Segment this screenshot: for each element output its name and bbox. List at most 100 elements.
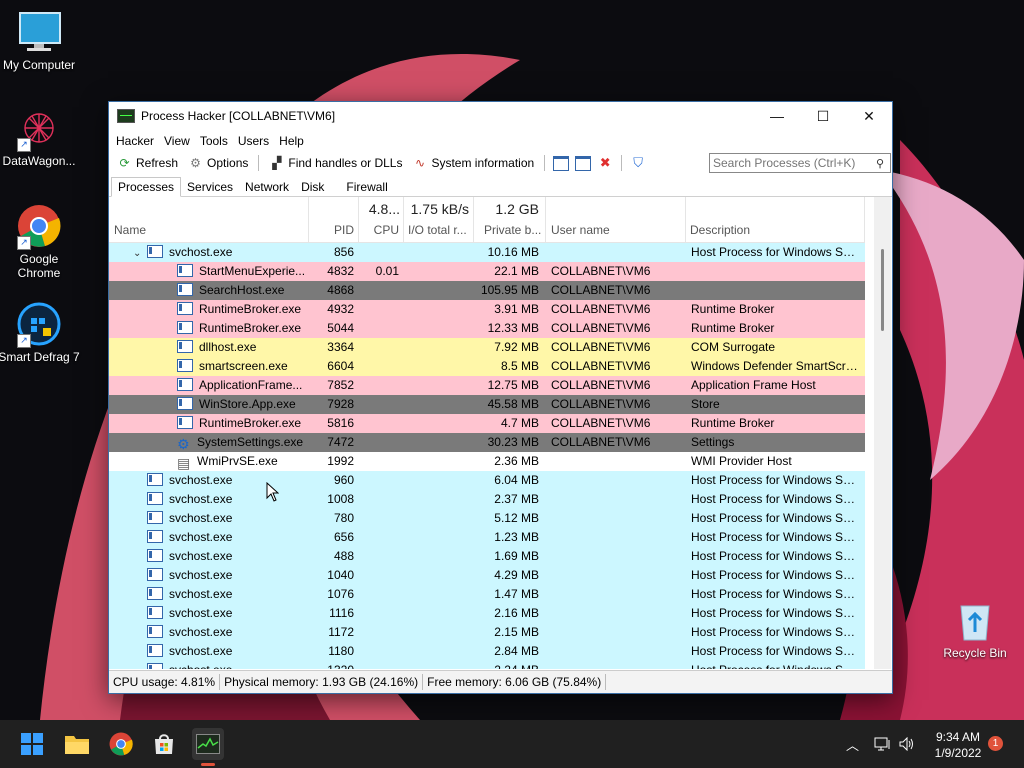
close-button[interactable]: ✕ [846,102,892,130]
process-description: Host Process for Windows Ser... [691,568,861,582]
table-row[interactable]: svchost.exe 960 6.04 MB Host Process for Wi… [109,471,865,490]
desktop-icon-recycle-bin[interactable]: Recycle Bin [933,598,1017,660]
process-grid: Name PID 4.8... CPU 1.75 kB/s I/O total … [109,197,865,669]
desktop-icon-my-computer[interactable]: My Computer [0,10,81,72]
column-user-name[interactable]: User name [546,197,686,242]
application-window-icon [177,264,193,277]
wmi-provider-icon: ▤ [177,455,191,471]
volume-button[interactable] [899,720,915,768]
table-row[interactable]: svchost.exe 1008 2.37 MB Host Process for W… [109,490,865,509]
network-button[interactable] [874,720,892,768]
options-button[interactable]: ⚙ Options [184,153,252,173]
table-row[interactable]: svchost.exe 488 1.69 MB Host Process for Wi… [109,547,865,566]
notification-badge[interactable]: 1 [988,736,1003,751]
show-hidden-icons-button[interactable]: ︿ [846,720,859,768]
search-processes-input[interactable] [710,156,876,170]
process-pid: 3364 [327,340,354,354]
desktop-icon-datawagon[interactable]: ↗ DataWagon... [0,106,81,168]
find-handles-button[interactable]: ▞ Find handles or DLLs [265,153,406,173]
speaker-icon [899,737,913,751]
store-button[interactable] [148,728,180,760]
table-row[interactable]: svchost.exe 656 1.23 MB Host Process for Wi… [109,528,865,547]
table-row[interactable]: svchost.exe 1076 1.47 MB Host Process for W… [109,585,865,604]
shield-icon[interactable]: ⛉ [628,153,648,173]
title-bar[interactable]: Process Hacker [COLLABNET\VM6] — ☐ ✕ [109,102,892,130]
scrollbar-thumb[interactable] [881,249,884,331]
table-row[interactable]: ApplicationFrame... 7852 12.75 MB COLLABNET… [109,376,865,395]
menu-hacker[interactable]: Hacker [111,134,159,148]
chrome-taskbar-button[interactable] [105,728,137,760]
process-hacker-taskbar-button[interactable] [192,728,224,766]
minimize-button[interactable]: — [754,102,800,130]
table-row[interactable]: ▤ WmiPrvSE.exe 1992 2.36 MB WMI Provider Hos… [109,452,865,471]
table-row[interactable]: svchost.exe 1320 2.24 MB Host Process for W… [109,661,865,669]
menu-view[interactable]: View [159,134,195,148]
terminate-icon[interactable]: ✖ [595,153,615,173]
process-cpu: 0.01 [375,264,399,278]
toolbar: ⟳ Refresh ⚙ Options ▞ Find handles or DL… [109,152,892,174]
table-row[interactable]: SearchHost.exe 4868 105.95 MB COLLABNET\VM6 [109,281,865,300]
refresh-button[interactable]: ⟳ Refresh [113,153,182,173]
active-indicator [201,763,215,766]
column-pid[interactable]: PID [309,197,359,242]
desktop-icon-google-chrome[interactable]: ↗ Google Chrome [0,204,81,280]
menu-tools[interactable]: Tools [195,134,233,148]
application-window-icon [177,397,193,410]
process-description: Host Process for Windows Ser... [691,492,861,506]
process-pid: 960 [333,473,354,487]
menu-help[interactable]: Help [274,134,309,148]
toolbar-divider [621,155,623,171]
column-private-bytes[interactable]: 1.2 GB Private b... [474,197,546,242]
table-row[interactable]: svchost.exe 1180 2.84 MB Host Process for W… [109,642,865,661]
column-name[interactable]: Name [109,197,309,242]
window-icon[interactable] [551,153,571,173]
tab-network[interactable]: Network [239,178,295,196]
search-processes-field[interactable]: ⚲ [709,153,891,173]
process-private-bytes: 2.24 MB [474,661,539,669]
physical-memory-status: Physical memory: 1.93 GB (24.16%) [220,674,424,690]
table-row[interactable]: ⌄ svchost.exe 856 10.16 MB Host Process for … [109,243,865,262]
process-private-bytes: 5.12 MB [494,511,539,525]
process-private-bytes: 8.5 MB [500,359,539,373]
application-window-icon [147,663,163,669]
process-user: COLLABNET\VM6 [551,378,651,392]
column-cpu[interactable]: 4.8... CPU [359,197,404,242]
application-window-icon [177,321,193,334]
table-row[interactable]: svchost.exe 780 5.12 MB Host Process for Wi… [109,509,865,528]
window-arrow-icon[interactable] [573,153,593,173]
start-button[interactable] [16,728,48,760]
table-row[interactable]: smartscreen.exe 6604 8.5 MB COLLABNET\VM6 Wi… [109,357,865,376]
system-information-button[interactable]: ∿ System information [408,153,538,173]
process-pid: 1320 [309,661,354,669]
table-row[interactable]: RuntimeBroker.exe 5816 4.7 MB COLLABNET\VM6… [109,414,865,433]
column-io-total[interactable]: 1.75 kB/s I/O total r... [404,197,474,242]
process-pid: 1172 [328,625,354,639]
process-name-cell: dllhost.exe [109,338,307,357]
table-row[interactable]: dllhost.exe 3364 7.92 MB COLLABNET\VM6 COM S… [109,338,865,357]
desktop-icon-smart-defrag[interactable]: ↗ Smart Defrag 7 [0,302,81,364]
table-row[interactable]: svchost.exe 1040 4.29 MB Host Process for W… [109,566,865,585]
maximize-button[interactable]: ☐ [800,102,846,130]
table-row[interactable]: ⚙ SystemSettings.exe 7472 30.23 MB COLLABNET… [109,433,865,452]
column-description[interactable]: Description [686,197,865,242]
process-name: dllhost.exe [199,340,257,354]
column-private-label: Private b... [484,223,542,237]
table-row[interactable]: svchost.exe 1172 2.15 MB Host Process for W… [109,623,865,642]
refresh-icon: ⟳ [119,155,130,170]
clock[interactable]: 9:34 AM 1/9/2022 [930,729,986,761]
table-row[interactable]: WinStore.App.exe 7928 45.58 MB COLLABNET\VM… [109,395,865,414]
tab-services[interactable]: Services [181,178,239,196]
table-row[interactable]: RuntimeBroker.exe 4932 3.91 MB COLLABNET\VM… [109,300,865,319]
tab-disk[interactable]: Disk [295,178,330,196]
gear-icon: ⚙ [190,155,201,170]
expand-chevron-icon[interactable]: ⌄ [133,244,145,263]
tab-firewall[interactable]: Firewall [340,178,393,196]
table-row[interactable]: RuntimeBroker.exe 5044 12.33 MB COLLABNET\V… [109,319,865,338]
table-row[interactable]: StartMenuExperie... 4832 0.01 22.1 MB COLLAB… [109,262,865,281]
vertical-scrollbar[interactable] [874,197,891,669]
tab-processes[interactable]: Processes [111,177,182,197]
table-row[interactable]: svchost.exe 1116 2.16 MB Host Process for W… [109,604,865,623]
process-name-cell: svchost.exe [109,566,307,585]
menu-users[interactable]: Users [233,134,274,148]
file-explorer-button[interactable] [61,728,93,760]
